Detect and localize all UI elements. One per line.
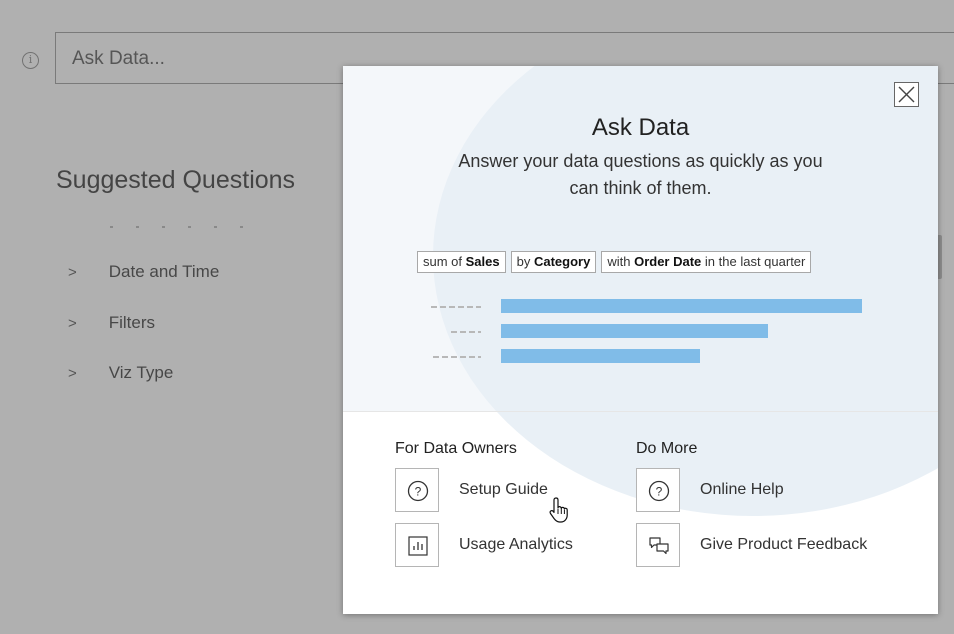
svg-text:?: ? (656, 485, 663, 499)
speech-bubbles-icon (649, 537, 669, 555)
give-product-feedback-link[interactable]: Give Product Feedback (636, 523, 867, 567)
chart-bar (501, 324, 768, 338)
give-product-feedback-icon-box (636, 523, 680, 567)
pill-suffix: in the last quarter (704, 254, 806, 269)
ask-data-welcome-dialog: Ask Data Answer your data questions as q… (343, 66, 938, 614)
chart-bar (501, 299, 862, 313)
section-divider (343, 411, 938, 412)
pill-field: Category (533, 254, 591, 269)
give-product-feedback-label: Give Product Feedback (700, 536, 868, 553)
chart-placeholder-label (431, 306, 481, 308)
pill-prefix: by (516, 254, 531, 269)
close-button[interactable] (894, 82, 919, 107)
setup-guide-label: Setup Guide (459, 481, 548, 498)
setup-guide-link[interactable]: ? Setup Guide (395, 468, 548, 512)
usage-analytics-link[interactable]: Usage Analytics (395, 523, 573, 567)
pill-prefix: with (607, 254, 631, 269)
chart-placeholder-label (433, 356, 481, 358)
example-query-pills: sum of Sales by Category with Order Date… (417, 251, 812, 273)
pill-field: Sales (465, 254, 500, 269)
query-pill: sum of Sales (417, 251, 506, 273)
close-icon (898, 86, 915, 103)
query-pill: with Order Date in the last quarter (601, 251, 812, 273)
pill-field: Order Date (634, 254, 702, 269)
online-help-icon-box: ? (636, 468, 680, 512)
online-help-link[interactable]: ? Online Help (636, 468, 784, 512)
usage-analytics-label: Usage Analytics (459, 536, 573, 553)
dialog-subtitle: Answer your data questions as quickly as… (458, 151, 823, 198)
dialog-title: Ask Data (591, 114, 690, 141)
bar-chart-icon (408, 536, 428, 556)
pill-prefix: sum of (423, 254, 463, 269)
hand-cursor-icon (549, 497, 568, 523)
query-pill: by Category (510, 251, 597, 273)
do-more-title: Do More (636, 440, 698, 457)
question-circle-icon: ? (407, 480, 429, 502)
svg-text:?: ? (415, 485, 422, 499)
chart-bar (501, 349, 700, 363)
chart-placeholder-label (451, 331, 481, 333)
usage-analytics-icon-box (395, 523, 439, 567)
online-help-label: Online Help (700, 481, 784, 498)
setup-guide-icon-box: ? (395, 468, 439, 512)
for-data-owners-title: For Data Owners (395, 440, 517, 457)
question-circle-icon: ? (648, 480, 670, 502)
